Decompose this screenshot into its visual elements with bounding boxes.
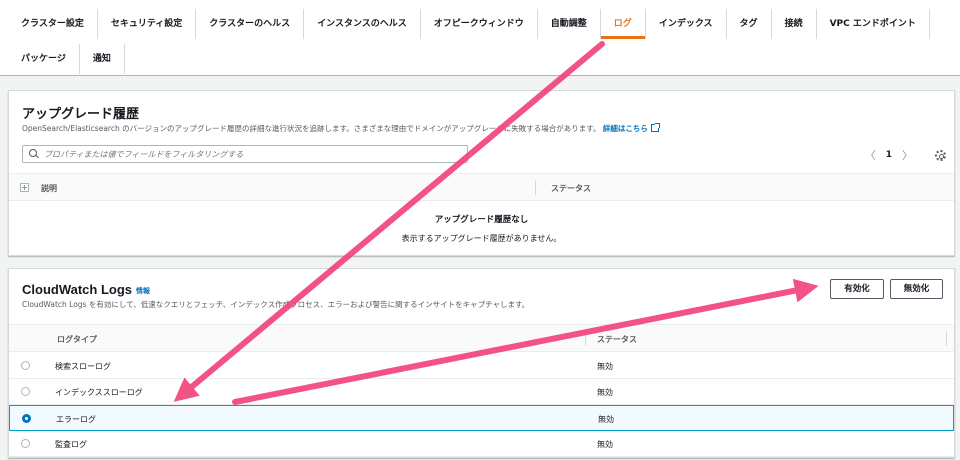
upgrade-history-panel: アップグレード履歴 OpenSearch/Elasticsearch のバージョ… <box>8 90 955 256</box>
empty-state-title: アップグレード履歴なし <box>434 215 529 225</box>
log-row-index-slow[interactable]: インデックススローログ 無効 <box>9 379 954 405</box>
log-status: 無効 <box>597 362 613 371</box>
empty-state-description: 表示するアップグレード履歴がありません。 <box>401 234 562 243</box>
radio-button[interactable] <box>21 387 30 396</box>
cloudwatch-logs-panel: CloudWatch Logs 情報 CloudWatch Logs を有効にして… <box>8 268 955 458</box>
upgrade-table-header: + 説明 ステータス <box>9 173 954 201</box>
log-status: 無効 <box>598 415 614 424</box>
tab-connections[interactable]: 接続 <box>772 9 817 39</box>
disable-button[interactable]: 無効化 <box>890 279 943 299</box>
log-status: 無効 <box>597 388 613 397</box>
log-row-search-slow[interactable]: 検索スローログ 無効 <box>9 353 954 379</box>
log-row-audit[interactable]: 監査ログ 無効 <box>9 431 954 457</box>
prev-page-icon[interactable]: 〈 <box>859 147 882 163</box>
tab-security-config[interactable]: セキュリティ設定 <box>98 9 197 39</box>
tab-auto-tune[interactable]: 自動調整 <box>538 9 601 39</box>
tab-instance-health[interactable]: インスタンスのヘルス <box>304 9 421 39</box>
column-divider[interactable] <box>946 331 947 346</box>
tab-tags[interactable]: タグ <box>727 9 772 39</box>
tab-row-2: パッケージ 通知 <box>8 44 125 74</box>
tab-packages[interactable]: パッケージ <box>8 44 80 74</box>
tab-notifications[interactable]: 通知 <box>80 44 125 74</box>
filter-search-input[interactable] <box>44 149 454 159</box>
details-link[interactable]: 詳細はこちら <box>602 123 660 133</box>
log-status: 無効 <box>597 440 613 449</box>
tab-bar: クラスター設定 セキュリティ設定 クラスターのヘルス インスタンスのヘルス オフ… <box>0 0 960 76</box>
col-header-status[interactable]: ステータス <box>597 334 637 345</box>
tab-vpc-endpoints[interactable]: VPC エンドポイント <box>817 9 930 39</box>
expand-all-icon[interactable]: + <box>20 183 29 192</box>
gear-icon[interactable] <box>935 149 946 161</box>
enable-button[interactable]: 有効化 <box>830 279 884 299</box>
log-type-name: インデックススローログ <box>55 388 143 397</box>
upgrade-history-description: OpenSearch/Elasticsearch のバージョンのアップグレード履… <box>22 123 660 134</box>
cloudwatch-logs-description: CloudWatch Logs を有効にして、低速なクエリとフェッチ、インデック… <box>22 300 530 309</box>
log-type-name: 監査ログ <box>55 440 87 449</box>
column-divider[interactable] <box>585 331 586 346</box>
info-link[interactable]: 情報 <box>136 288 150 295</box>
external-link-icon <box>650 123 660 132</box>
next-page-icon[interactable]: 〉 <box>896 147 919 163</box>
log-table-header: ログタイプ ステータス <box>9 324 954 352</box>
col-header-description[interactable]: 説明 <box>41 183 57 194</box>
radio-button[interactable] <box>21 439 30 448</box>
col-header-log-type[interactable]: ログタイプ <box>57 334 97 345</box>
details-link-label: 詳細はこちら <box>602 124 648 133</box>
tab-row-1: クラスター設定 セキュリティ設定 クラスターのヘルス インスタンスのヘルス オフ… <box>8 9 930 39</box>
log-row-error[interactable]: エラーログ 無効 <box>9 405 954 431</box>
upgrade-description-text: OpenSearch/Elasticsearch のバージョンのアップグレード履… <box>22 124 601 133</box>
column-divider[interactable] <box>535 180 536 195</box>
tab-logs[interactable]: ログ <box>600 9 646 39</box>
tab-cluster-health[interactable]: クラスターのヘルス <box>196 9 305 39</box>
log-type-name: エラーログ <box>56 415 96 424</box>
search-icon <box>29 149 39 159</box>
tab-indices[interactable]: インデックス <box>646 9 727 39</box>
cloudwatch-title-text: CloudWatch Logs <box>22 282 133 297</box>
col-header-status[interactable]: ステータス <box>551 183 591 194</box>
pagination: 〈 1 〉 <box>859 147 946 163</box>
tab-cluster-config[interactable]: クラスター設定 <box>8 9 98 39</box>
radio-button-selected[interactable] <box>22 414 31 423</box>
tab-off-peak-window[interactable]: オフピークウィンドウ <box>421 9 538 39</box>
upgrade-history-title: アップグレード履歴 <box>22 106 140 121</box>
cloudwatch-logs-title: CloudWatch Logs 情報 <box>22 282 150 297</box>
radio-button[interactable] <box>21 361 30 370</box>
log-type-name: 検索スローログ <box>55 362 111 371</box>
filter-search-box <box>22 145 468 163</box>
page-number[interactable]: 1 <box>882 150 896 160</box>
